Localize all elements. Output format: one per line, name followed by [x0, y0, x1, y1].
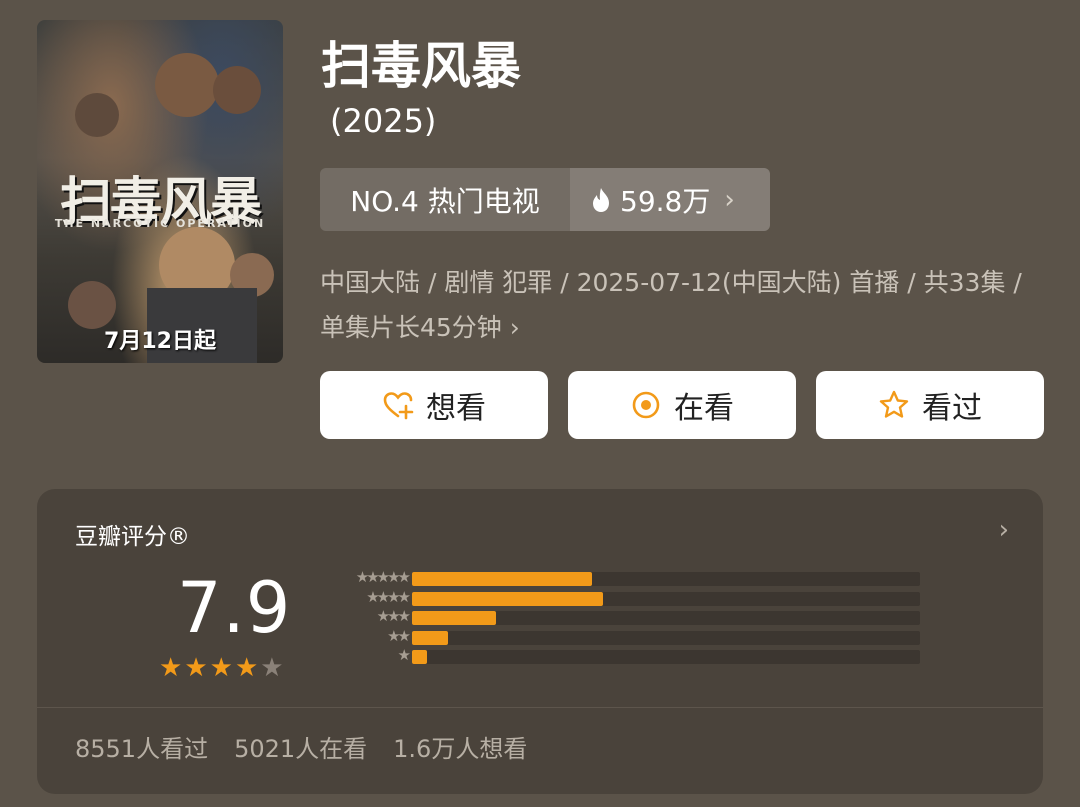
distribution-row: ★★★★: [314, 587, 924, 608]
want-to-watch-label: 想看: [426, 391, 486, 426]
poster-subtitle: THE NARCOTIC OPERATION: [54, 217, 266, 230]
star-icon: [879, 390, 909, 418]
distribution-track: [412, 591, 920, 606]
rank-badge[interactable]: NO.4 热门电视 59.8万 ›: [320, 168, 770, 231]
rating-score: 7.9: [177, 567, 292, 649]
fire-icon: [593, 187, 609, 212]
distribution-row: ★★: [314, 626, 924, 647]
watched-button[interactable]: 看过: [816, 371, 1044, 439]
watched-label: 看过: [922, 391, 982, 426]
divider: [37, 707, 1043, 708]
star-filled-icon: ★: [184, 653, 208, 683]
distribution-track: [412, 611, 920, 625]
distribution-bar: [412, 591, 603, 606]
distribution-bar: [412, 611, 496, 625]
distribution-stars-label: ★★★★: [366, 587, 411, 606]
rating-title: 豆瓣评分®: [75, 524, 190, 550]
rating-card[interactable]: 豆瓣评分® › 7.9 ★ ★ ★ ★ ★ ★★★★★ ★★★★ ★★★ ★★ ★ 8551人看…: [37, 489, 1043, 794]
distribution-stars-label: ★★★★★: [355, 568, 411, 586]
distribution-row: ★★★: [314, 607, 924, 627]
target-icon: [632, 391, 660, 419]
star-empty-icon: ★: [260, 653, 284, 683]
rating-stats: 8551人看过 5021人在看 1.6万人想看: [75, 729, 527, 764]
distribution-bar: [412, 630, 448, 645]
distribution-stars-label: ★: [397, 646, 411, 664]
show-info[interactable]: 中国大陆 / 剧情 犯罪 / 2025-07-12(中国大陆) 首播 / 共33…: [320, 260, 1030, 350]
rating-stars: ★ ★ ★ ★ ★: [159, 655, 284, 681]
distribution-track: [412, 650, 920, 664]
distribution-row: ★★★★★: [314, 568, 924, 588]
distribution-stars-label: ★★: [387, 626, 411, 645]
distribution-row: ★: [314, 646, 924, 666]
chevron-right-icon: ›: [509, 313, 520, 342]
distribution-track: [412, 630, 920, 645]
page-title: 扫毒风暴: [321, 37, 521, 95]
show-info-text: 中国大陆 / 剧情 犯罪 / 2025-07-12(中国大陆) 首播 / 共33…: [320, 268, 1022, 342]
heart-plus-icon: [383, 392, 414, 420]
distribution-stars-label: ★★★: [376, 607, 411, 625]
watching-label: 在看: [674, 391, 734, 426]
star-filled-icon: ★: [234, 653, 259, 683]
release-year: (2025): [330, 102, 437, 140]
watched-count: 8551人看过: [75, 735, 209, 763]
poster-image[interactable]: 扫毒风暴 THE NARCOTIC OPERATION 7月12日起: [37, 20, 283, 363]
distribution-track: [412, 572, 920, 586]
star-filled-icon: ★: [159, 653, 183, 683]
poster-date: 7月12日起: [104, 329, 216, 354]
heat-button[interactable]: 59.8万 ›: [570, 168, 770, 231]
distribution-bar: [412, 650, 428, 664]
chevron-right-icon: ›: [724, 184, 735, 215]
want-to-watch-button[interactable]: 想看: [320, 371, 548, 439]
rank-label: NO.4 热门电视: [350, 184, 540, 218]
star-filled-icon: ★: [209, 653, 233, 683]
heat-value: 59.8万: [620, 184, 711, 218]
want-count: 1.6万人想看: [393, 735, 528, 763]
chevron-right-icon[interactable]: ›: [999, 515, 1009, 545]
distribution-bar: [412, 572, 593, 586]
watching-count: 5021人在看: [234, 735, 368, 763]
watching-button[interactable]: 在看: [568, 371, 796, 439]
